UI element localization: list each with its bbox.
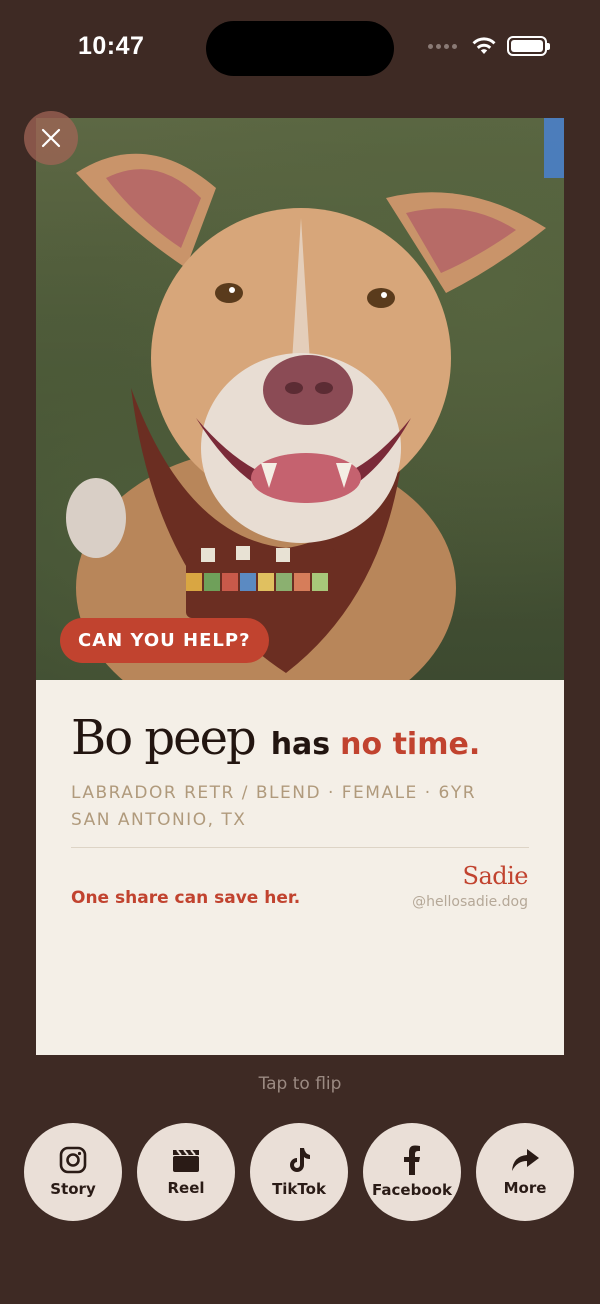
headline-has: has xyxy=(270,727,331,762)
share-tiktok-button[interactable]: TikTok xyxy=(250,1123,348,1221)
wifi-icon xyxy=(472,37,496,54)
breed-line: LABRADOR RETR / BLEND · FEMALE · 6YR xyxy=(71,783,477,803)
clapperboard-icon xyxy=(173,1149,199,1172)
share-story-label: Story xyxy=(50,1180,96,1198)
save-message: One share can save her. xyxy=(71,888,301,908)
share-reel-label: Reel xyxy=(167,1179,205,1197)
card-info: Bo peep has no time. LABRADOR RETR / BLE… xyxy=(36,680,564,1055)
share-reel-button[interactable]: Reel xyxy=(137,1123,235,1221)
tiktok-icon xyxy=(290,1148,310,1172)
status-time: 10:47 xyxy=(78,32,145,60)
flip-hint: Tap to flip xyxy=(258,1074,342,1094)
close-button[interactable] xyxy=(24,111,78,165)
headline: Bo peep has no time. xyxy=(71,710,480,766)
share-facebook-button[interactable]: Facebook xyxy=(363,1123,461,1221)
pet-name: Bo peep xyxy=(71,710,257,766)
brand-handle: @hellosadie.dog xyxy=(412,894,528,910)
divider xyxy=(71,847,529,848)
battery-icon xyxy=(507,36,550,56)
headline-urgency: no time. xyxy=(340,727,481,762)
dog-photo: CAN YOU HELP? xyxy=(36,118,564,680)
share-tiktok-label: TikTok xyxy=(272,1180,326,1198)
can-you-help-badge: CAN YOU HELP? xyxy=(60,618,269,663)
adoption-card[interactable]: CAN YOU HELP? Bo peep has no time. LABRA… xyxy=(36,118,564,1055)
share-row: Story Reel TikTok Facebook More xyxy=(24,1123,574,1221)
instagram-icon xyxy=(59,1146,87,1174)
signal-icon xyxy=(428,43,457,49)
location: SAN ANTONIO, TX xyxy=(71,810,247,830)
share-more-label: More xyxy=(503,1179,547,1197)
close-icon xyxy=(41,128,61,148)
share-more-button[interactable]: More xyxy=(476,1123,574,1221)
status-icons xyxy=(428,36,550,56)
dynamic-island xyxy=(206,21,394,76)
facebook-icon xyxy=(404,1145,420,1175)
share-arrow-icon xyxy=(512,1149,539,1171)
share-facebook-label: Facebook xyxy=(372,1181,452,1199)
brand-logo: Sadie xyxy=(462,862,529,890)
share-story-button[interactable]: Story xyxy=(24,1123,122,1221)
